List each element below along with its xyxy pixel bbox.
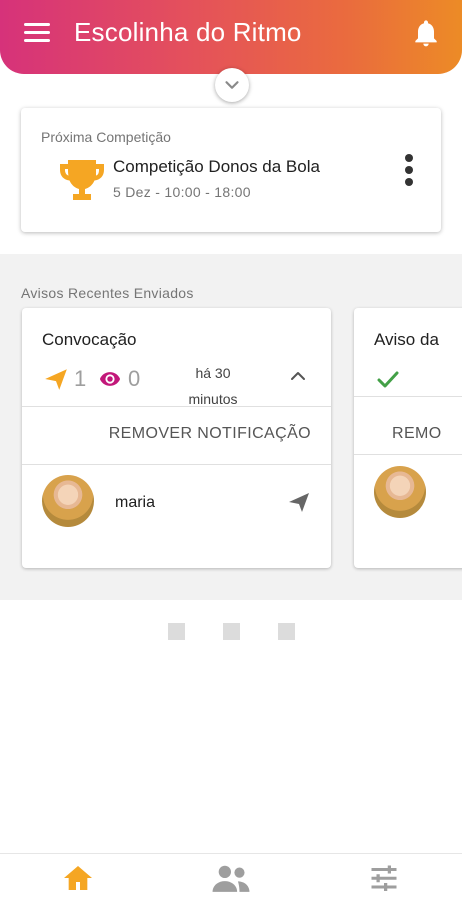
collapse-header-button[interactable] bbox=[215, 68, 249, 102]
app-header: Escolinha do Ritmo bbox=[0, 0, 462, 74]
sent-stat: 1 bbox=[42, 366, 86, 392]
recent-notices-section: Avisos Recentes Enviados Convocação 1 0 … bbox=[0, 254, 462, 600]
people-icon bbox=[212, 865, 250, 892]
check-icon bbox=[377, 371, 399, 388]
notice-title: Aviso da bbox=[374, 330, 439, 349]
hamburger-menu-icon[interactable] bbox=[24, 23, 50, 45]
more-options-icon[interactable] bbox=[401, 154, 417, 188]
trophy-icon bbox=[60, 160, 104, 200]
divider bbox=[354, 396, 462, 397]
nav-people[interactable] bbox=[211, 861, 251, 895]
sent-count: 1 bbox=[74, 366, 87, 391]
pager-dot[interactable] bbox=[168, 623, 185, 640]
send-icon[interactable] bbox=[286, 490, 312, 514]
divider bbox=[354, 454, 462, 455]
recipient-name: maria bbox=[115, 494, 156, 511]
chevron-up-icon[interactable] bbox=[288, 368, 308, 382]
competition-date: 5 Dez - 10:00 - 18:00 bbox=[113, 184, 251, 200]
viewed-count: 0 bbox=[128, 366, 141, 391]
next-competition-card[interactable]: Próxima Competição Competição Donos da B… bbox=[21, 108, 441, 232]
bottom-navigation bbox=[0, 853, 462, 900]
home-icon bbox=[64, 866, 92, 890]
nav-settings[interactable] bbox=[364, 861, 404, 895]
time-line-2: minutos bbox=[188, 391, 238, 407]
bell-icon[interactable] bbox=[410, 16, 442, 50]
sliders-icon bbox=[371, 865, 397, 891]
competition-label: Próxima Competição bbox=[41, 129, 171, 145]
avatar bbox=[42, 475, 94, 527]
app-title: Escolinha do Ritmo bbox=[74, 17, 302, 47]
notice-card: Aviso da REMO bbox=[354, 308, 462, 568]
section-title: Avisos Recentes Enviados bbox=[21, 285, 194, 301]
pager-dot[interactable] bbox=[223, 623, 240, 640]
pager-dot[interactable] bbox=[278, 623, 295, 640]
send-icon bbox=[45, 369, 67, 390]
notice-card: Convocação 1 0 há 30 minutos REMOVER NOT… bbox=[22, 308, 331, 568]
avatar bbox=[374, 466, 426, 518]
eye-icon bbox=[99, 372, 121, 386]
competition-name: Competição Donos da Bola bbox=[113, 157, 320, 176]
remove-notification-button[interactable]: REMO bbox=[392, 425, 442, 443]
notice-title: Convocação bbox=[42, 330, 137, 349]
remove-notification-button[interactable]: REMOVER NOTIFICAÇÃO bbox=[22, 425, 311, 443]
time-line-1: há 30 bbox=[195, 365, 231, 381]
notice-time: há 30 minutos bbox=[180, 360, 246, 412]
divider bbox=[22, 406, 331, 407]
viewed-stat: 0 bbox=[96, 366, 140, 392]
divider bbox=[22, 464, 331, 465]
nav-home[interactable] bbox=[58, 861, 98, 895]
chevron-down-icon bbox=[225, 81, 239, 89]
